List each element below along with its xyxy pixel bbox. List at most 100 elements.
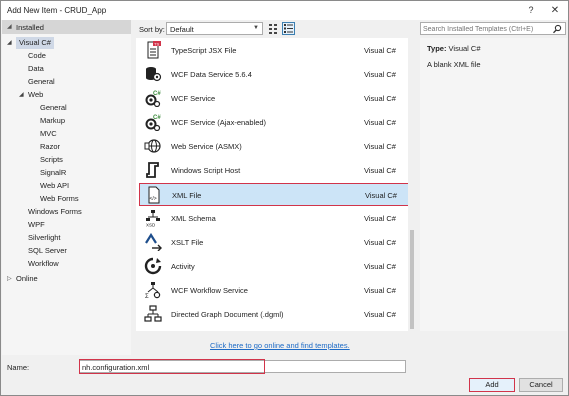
template-search-box[interactable] — [420, 22, 566, 35]
collapse-triangle-icon: ◢ — [7, 24, 12, 30]
search-icon[interactable] — [552, 24, 562, 34]
tree-item-wpf[interactable]: WPF — [28, 219, 45, 231]
list-view-icon — [284, 24, 293, 33]
tree-item-workflow[interactable]: Workflow — [28, 258, 59, 270]
wcf-service-ajax-icon: C# — [145, 115, 161, 131]
expand-triangle-icon[interactable]: ◢ — [7, 37, 12, 49]
template-name: Web Service (ASMX) — [171, 142, 242, 151]
template-row[interactable]: Σ WCF Workflow Service Visual C# — [139, 279, 410, 302]
name-input[interactable] — [82, 362, 402, 372]
help-button[interactable]: ? — [520, 1, 542, 20]
template-name: TypeScript JSX File — [171, 46, 237, 55]
tree-item-code[interactable]: Code — [28, 50, 46, 62]
template-language: Visual C# — [364, 70, 396, 79]
installed-header[interactable]: ◢ Installed — [2, 20, 131, 34]
template-row[interactable]: Activity Visual C# — [139, 255, 410, 278]
template-language: Visual C# — [364, 286, 396, 295]
template-row[interactable]: Windows Script Host Visual C# — [139, 159, 410, 182]
chevron-down-icon: ▼ — [253, 25, 259, 31]
tree-item-web-forms[interactable]: Web Forms — [40, 193, 79, 205]
add-new-item-dialog: Add New Item - CRUD_App ? ✕ ◢ Installed … — [0, 0, 569, 396]
template-name: WCF Data Service 5.6.4 — [171, 70, 252, 79]
directed-graph-icon — [144, 305, 162, 322]
sort-by-label: Sort by: — [139, 25, 165, 34]
template-name: XSLT File — [171, 238, 204, 247]
tree-item-online[interactable]: Online — [16, 273, 38, 285]
scrollbar-thumb[interactable] — [410, 230, 414, 329]
tree-item-mvc[interactable]: MVC — [40, 128, 57, 140]
template-name: Directed Graph Document (.dgml) — [171, 310, 284, 319]
template-name: WCF Service — [171, 94, 216, 103]
tree-item-scripts[interactable]: Scripts — [40, 154, 63, 166]
template-language: Visual C# — [364, 46, 396, 55]
name-label: Name: — [7, 363, 30, 372]
template-row[interactable]: C# WCF Service (Ajax-enabled) Visual C# — [139, 111, 410, 134]
template-language: Visual C# — [364, 238, 396, 247]
svg-text:XSD: XSD — [146, 223, 156, 228]
template-name: WCF Workflow Service — [171, 286, 248, 295]
tree-item-windows-forms[interactable]: Windows Forms — [28, 206, 82, 218]
template-row-selected[interactable]: </> XML File Visual C# — [139, 183, 410, 206]
template-row[interactable]: TS TypeScript JSX File Visual C# — [139, 39, 410, 62]
search-input[interactable] — [423, 24, 548, 34]
category-tree-panel: ◢ Installed ◢ Visual C# Code Data Genera… — [2, 20, 131, 355]
wcf-workflow-icon: Σ — [145, 282, 161, 299]
tree-item-web-general[interactable]: General — [40, 102, 67, 114]
template-row[interactable]: Directed Graph Document (.dgml) Visual C… — [139, 303, 410, 326]
template-row[interactable]: XSD XML Schema Visual C# — [139, 207, 410, 230]
info-description: A blank XML file — [427, 60, 481, 69]
svg-text:</>: </> — [150, 196, 157, 202]
tree-item-silverlight[interactable]: Silverlight — [28, 232, 61, 244]
template-language: Visual C# — [364, 118, 396, 127]
xml-file-icon: </> — [148, 186, 160, 204]
template-language: Visual C# — [365, 191, 397, 200]
template-row[interactable]: C# WCF Service Visual C# — [139, 87, 410, 110]
xml-schema-icon: XSD — [146, 210, 160, 228]
title-bar: Add New Item - CRUD_App ? ✕ — [1, 1, 568, 20]
tree-item-general[interactable]: General — [28, 76, 55, 88]
tree-item-data[interactable]: Data — [28, 63, 44, 75]
window-title: Add New Item - CRUD_App — [7, 6, 107, 15]
tree-item-razor[interactable]: Razor — [40, 141, 60, 153]
close-button[interactable]: ✕ — [544, 1, 566, 20]
template-language: Visual C# — [364, 310, 396, 319]
tree-item-signalr[interactable]: SignalR — [40, 167, 66, 179]
small-icons-view-button[interactable] — [267, 22, 280, 35]
cancel-button[interactable]: Cancel — [519, 378, 563, 392]
expand-triangle-icon[interactable]: ◢ — [19, 89, 24, 101]
wcf-data-service-icon — [146, 67, 162, 82]
template-name: Windows Script Host — [171, 166, 241, 175]
tree-item-web[interactable]: Web — [28, 89, 43, 101]
tree-item-visual-csharp[interactable]: Visual C# — [16, 37, 54, 49]
template-row[interactable]: XSLT File Visual C# — [139, 231, 410, 254]
activity-icon — [144, 257, 162, 275]
tree-item-sql-server[interactable]: SQL Server — [28, 245, 67, 257]
tree-item-markup[interactable]: Markup — [40, 115, 65, 127]
template-list: TS TypeScript JSX File Visual C# WCF Dat… — [136, 38, 416, 331]
template-language: Visual C# — [364, 94, 396, 103]
expand-arrow-icon[interactable]: ▷ — [7, 273, 12, 285]
template-row[interactable]: Web Service (ASMX) Visual C# — [139, 135, 410, 158]
template-name: Activity — [171, 262, 195, 271]
add-button[interactable]: Add — [469, 378, 515, 392]
svg-text:TS: TS — [154, 41, 159, 46]
svg-text:Σ: Σ — [145, 294, 149, 299]
find-templates-online-link[interactable]: Click here to go online and find templat… — [210, 341, 350, 350]
tree-item-web-api[interactable]: Web API — [40, 180, 69, 192]
template-language: Visual C# — [364, 262, 396, 271]
wcf-service-icon: C# — [145, 91, 161, 107]
template-row[interactable]: WCF Data Service 5.6.4 Visual C# — [139, 63, 410, 86]
sort-by-dropdown[interactable]: Default ▼ — [166, 22, 263, 35]
list-view-button[interactable] — [282, 22, 295, 35]
name-field[interactable] — [79, 360, 406, 373]
template-language: Visual C# — [364, 166, 396, 175]
template-language: Visual C# — [364, 214, 396, 223]
template-name: XML Schema — [171, 214, 216, 223]
typescript-jsx-file-icon: TS — [147, 41, 161, 59]
template-info-panel: Type: Visual C# A blank XML file — [420, 38, 567, 331]
installed-label: Installed — [16, 23, 44, 32]
xslt-file-icon — [145, 233, 162, 251]
template-language: Visual C# — [364, 142, 396, 151]
info-type-value: Visual C# — [448, 44, 481, 53]
script-scroll-icon — [146, 162, 159, 178]
